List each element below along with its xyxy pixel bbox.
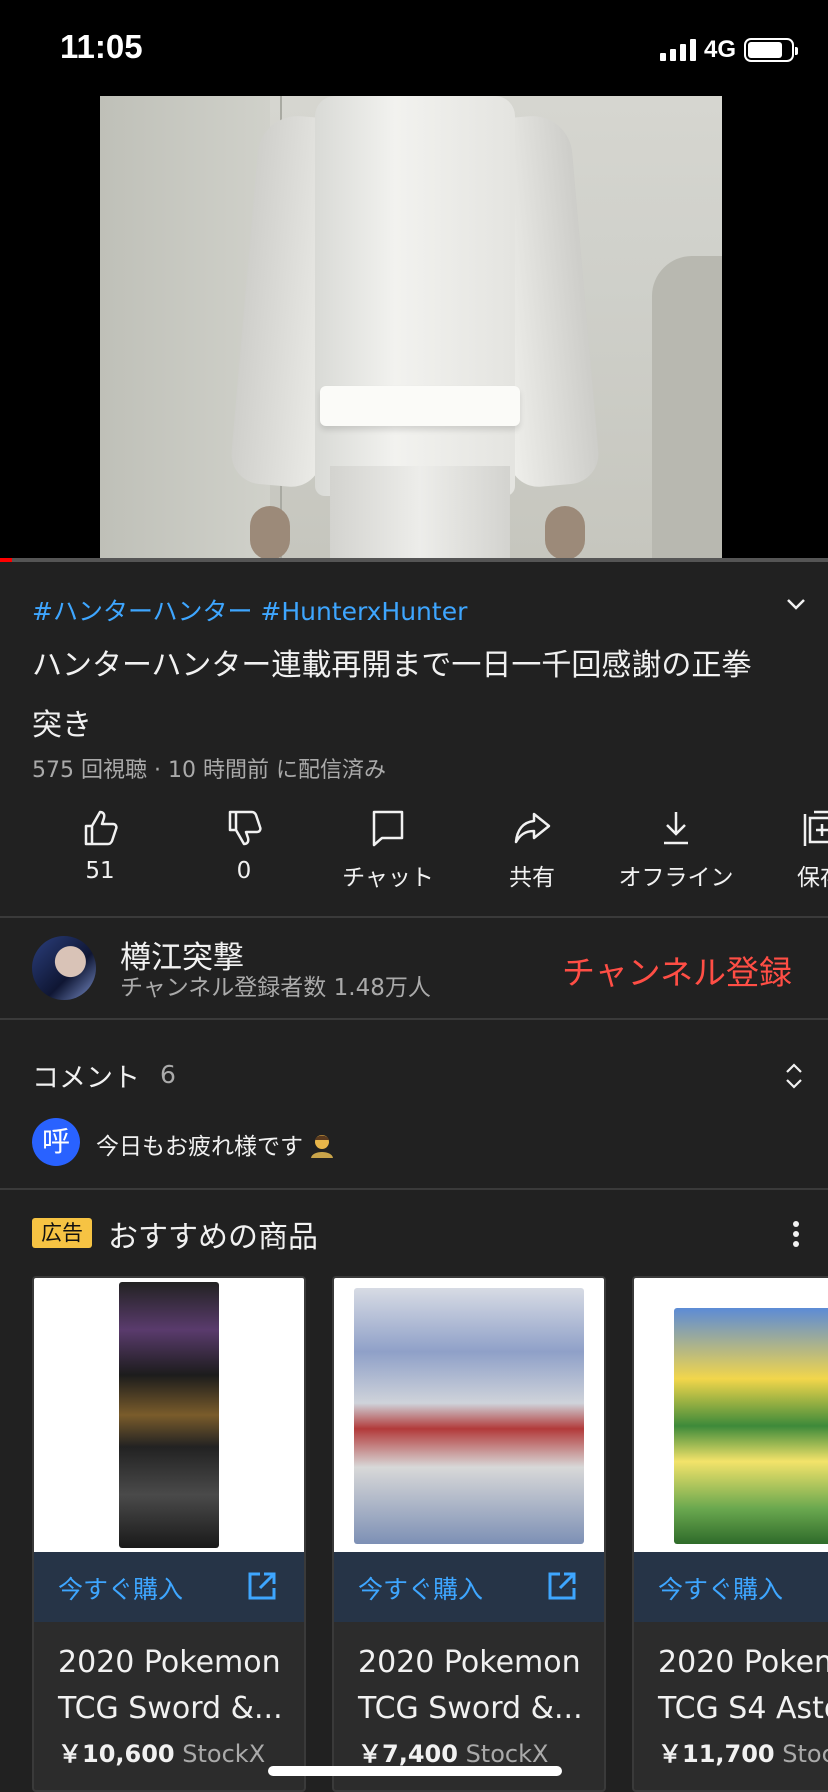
comments-count: 6	[160, 1060, 176, 1089]
product-card[interactable]: 今すぐ購入 2020 Pokemon TCG Sword &... ￥7,400…	[332, 1276, 606, 1792]
product-price: ￥10,600 StockX	[58, 1740, 266, 1768]
expand-icon[interactable]	[782, 1060, 806, 1092]
action-row: 51 0 チャット 共有 オフライン 保存	[30, 800, 828, 900]
status-bar: 11:05 4G	[0, 0, 828, 96]
like-count: 51	[85, 858, 115, 884]
ad-title: おすすめの商品	[108, 1220, 318, 1255]
buy-now-button[interactable]: 今すぐ購入	[34, 1552, 304, 1622]
external-link-icon	[548, 1572, 576, 1600]
dislike-count: 0	[236, 858, 252, 884]
share-icon	[514, 812, 551, 844]
chat-icon	[372, 810, 404, 847]
video-player[interactable]	[0, 96, 828, 560]
video-meta: 575 回視聴 · 10 時間前 に配信済み	[32, 758, 386, 783]
status-time: 11:05	[60, 28, 143, 65]
product-card[interactable]: 今すぐ購入 2020 Pokem TCG S4 Asto ￥11,700 Sto…	[632, 1276, 828, 1792]
share-button[interactable]: 共有	[462, 800, 602, 892]
top-comment-text: 今日もお疲れ様です	[96, 1134, 303, 1160]
video-progress-fill	[0, 558, 13, 562]
video-progress-bar[interactable]	[0, 558, 828, 562]
download-icon	[664, 812, 688, 845]
chevron-down-icon[interactable]	[780, 590, 812, 618]
thumb-up-icon	[84, 810, 118, 846]
share-label: 共有	[509, 865, 555, 891]
subscribe-button[interactable]: チャンネル登録	[562, 946, 792, 994]
chat-button[interactable]: チャット	[318, 800, 458, 892]
ad-badge: 広告	[32, 1218, 92, 1248]
buy-now-button[interactable]: 今すぐ購入	[334, 1552, 604, 1622]
signal-icon	[659, 39, 696, 61]
home-indicator[interactable]	[268, 1766, 562, 1776]
divider	[0, 916, 828, 918]
channel-avatar[interactable]	[32, 936, 96, 1000]
network-type: 4G	[703, 36, 736, 63]
like-button[interactable]: 51	[30, 800, 170, 884]
buy-now-button[interactable]: 今すぐ購入	[634, 1552, 828, 1622]
video-frame	[100, 96, 722, 560]
battery-icon	[744, 38, 798, 62]
buy-now-label: 今すぐ購入	[58, 1575, 184, 1604]
buy-now-label: 今すぐ購入	[358, 1575, 484, 1604]
divider	[0, 1018, 828, 1020]
buy-now-label: 今すぐ購入	[658, 1575, 784, 1604]
top-comment[interactable]: 今日もお疲れ様です	[96, 1127, 337, 1161]
product-name: 2020 Pokem TCG S4 Asto	[658, 1645, 828, 1726]
product-image	[634, 1278, 828, 1552]
dislike-button[interactable]: 0	[174, 800, 314, 884]
video-title: ハンターハンター連載再開まで一日一千回感謝の正拳突き	[32, 648, 752, 743]
product-name: 2020 Pokemon TCG Sword &...	[58, 1645, 283, 1726]
product-carousel[interactable]: 今すぐ購入 2020 Pokemon TCG Sword &... ￥10,60…	[32, 1276, 828, 1792]
save-playlist-icon	[803, 810, 828, 846]
more-options-icon[interactable]	[792, 1220, 800, 1248]
divider	[0, 1188, 828, 1190]
product-card[interactable]: 今すぐ購入 2020 Pokemon TCG Sword &... ￥10,60…	[32, 1276, 306, 1792]
comments-label[interactable]: コメント	[32, 1056, 140, 1095]
save-label: 保存	[797, 865, 828, 891]
thumb-down-icon	[228, 810, 262, 846]
commenter-avatar[interactable]: 呼	[32, 1118, 80, 1166]
external-link-icon	[248, 1572, 276, 1600]
chat-label: チャット	[342, 865, 434, 891]
video-hashtags[interactable]: #ハンターハンター #HunterxHunter	[32, 592, 467, 628]
subscriber-count: チャンネル登録者数 1.48万人	[120, 975, 431, 1001]
save-button[interactable]: 保存	[750, 800, 828, 892]
bowing-person-icon	[311, 1135, 333, 1158]
status-indicators: 4G	[659, 36, 798, 64]
offline-label: オフライン	[618, 865, 734, 891]
product-image	[34, 1278, 304, 1552]
offline-button[interactable]: オフライン	[606, 800, 746, 892]
product-name: 2020 Pokemon TCG Sword &...	[358, 1645, 583, 1726]
product-price: ￥11,700 Stoc	[658, 1740, 828, 1768]
product-price: ￥7,400 StockX	[358, 1740, 549, 1768]
product-image	[334, 1278, 604, 1552]
